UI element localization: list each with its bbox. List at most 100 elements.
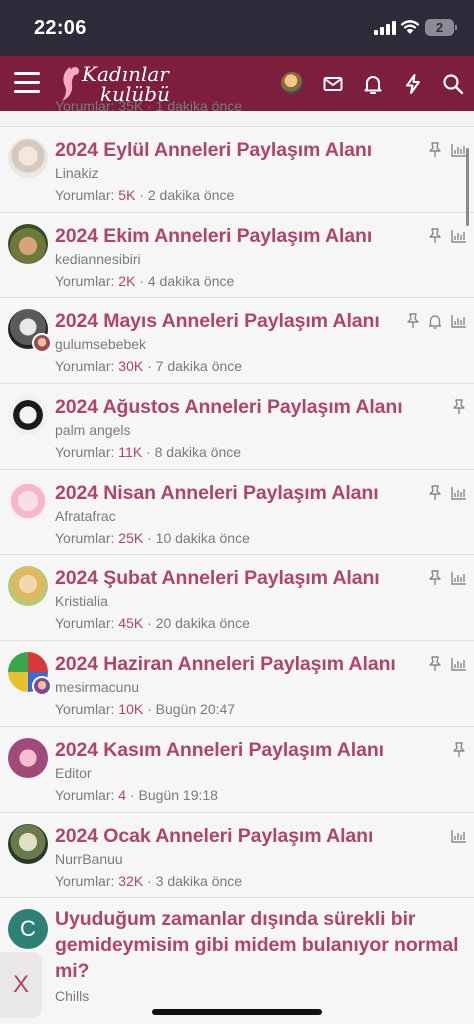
pin-icon — [407, 313, 419, 329]
comments-label: Yorumlar: — [55, 529, 115, 546]
bell-icon — [428, 315, 442, 330]
thread-status-icons — [426, 569, 468, 587]
thread-meta: Yorumlar: 30K · 7 dakika önce — [55, 358, 243, 375]
avatar[interactable] — [8, 737, 48, 778]
scrollbar[interactable] — [466, 148, 469, 226]
thread-title[interactable]: Uyuduğum zamanlar dışında sürekli bir ge… — [55, 906, 465, 984]
thread-author[interactable]: mesirmacunu — [55, 679, 139, 695]
thread-author[interactable]: Editor — [55, 765, 92, 781]
thread-row[interactable]: 2024 Kasım Anneleri Paylaşım Alanı Edito… — [0, 725, 474, 812]
thread-meta: Yorumlar: 2K · 4 dakika önce — [55, 272, 235, 289]
thread-row[interactable]: C Uyuduğum zamanlar dışında sürekli bir … — [0, 897, 474, 1024]
thread-meta: Yorumlar: 11K · 8 dakika önce — [55, 444, 242, 461]
thread-title[interactable]: 2024 Ağustos Anneleri Paylaşım Alanı — [55, 396, 403, 419]
pin-icon — [453, 399, 465, 415]
thread-row[interactable]: 2024 Nisan Anneleri Paylaşım Alanı Afrat… — [0, 468, 474, 555]
thread-row[interactable]: 2024 Şubat Anneleri Paylaşım Alanı Krist… — [0, 554, 474, 641]
comments-count: 10K — [118, 701, 144, 718]
thread-meta: Yorumlar: 32K · 3 dakika önce — [55, 872, 243, 889]
thread-row[interactable]: 2024 Ağustos Anneleri Paylaşım Alanı pal… — [0, 383, 474, 469]
thread-title[interactable]: 2024 Haziran Anneleri Paylaşım Alanı — [55, 653, 396, 676]
thread-status-icons — [450, 741, 468, 759]
avatar[interactable] — [281, 72, 303, 94]
lightning-icon[interactable] — [401, 72, 425, 96]
thread-title[interactable]: 2024 Şubat Anneleri Paylaşım Alanı — [55, 567, 380, 590]
previous-row-meta: Yorumlar: 35K · 1 dakika önce — [55, 98, 243, 112]
thread-author[interactable]: Chills — [55, 988, 89, 1004]
avatar[interactable] — [8, 823, 48, 864]
thread-time: 20 dakika önce — [155, 615, 250, 632]
thread-time: 10 dakika önce — [155, 529, 250, 546]
wifi-icon — [400, 20, 420, 34]
thread-time: 8 dakika önce — [154, 444, 242, 461]
thread-title[interactable]: 2024 Ocak Anneleri Paylaşım Alanı — [55, 825, 373, 848]
thread-list: 2024 Eylül Anneleri Paylaşım Alanı Linak… — [0, 126, 474, 1024]
comments-label: Yorumlar: — [55, 701, 115, 718]
thread-status-icons — [426, 655, 468, 673]
comments-count: 5K — [118, 187, 136, 203]
pin-icon — [429, 656, 441, 672]
thread-title[interactable]: 2024 Mayıs Anneleri Paylaşım Alanı — [55, 310, 380, 333]
chart-icon — [451, 829, 466, 843]
comments-count: 25K — [118, 529, 144, 546]
comments-label: Yorumlar: — [55, 786, 115, 803]
close-button[interactable]: X — [0, 952, 42, 1018]
chart-icon — [451, 658, 466, 671]
thread-row[interactable]: 2024 Ekim Anneleri Paylaşım Alanı kedian… — [0, 211, 474, 298]
thread-title[interactable]: 2024 Kasım Anneleri Paylaşım Alanı — [55, 739, 384, 762]
avatar[interactable] — [8, 395, 48, 436]
thread-title[interactable]: 2024 Ekim Anneleri Paylaşım Alanı — [55, 225, 372, 248]
comments-count: 32K — [118, 872, 144, 889]
mail-icon[interactable] — [321, 72, 345, 96]
thread-status-icons — [426, 141, 468, 159]
signal-icon — [374, 21, 396, 35]
comments-label: Yorumlar: — [55, 272, 115, 289]
thread-title[interactable]: 2024 Nisan Anneleri Paylaşım Alanı — [55, 482, 379, 505]
menu-icon[interactable] — [14, 70, 40, 94]
home-indicator[interactable] — [152, 1009, 322, 1015]
comments-count: 30K — [118, 358, 144, 375]
thread-row[interactable]: 2024 Eylül Anneleri Paylaşım Alanı Linak… — [0, 126, 474, 212]
thread-time: Bugün 20:47 — [155, 701, 236, 718]
thread-status-icons — [404, 312, 468, 330]
status-time: 22:06 — [34, 17, 87, 39]
thread-row[interactable]: 2024 Ocak Anneleri Paylaşım Alanı NurrBa… — [0, 811, 474, 898]
thread-row[interactable]: 2024 Haziran Anneleri Paylaşım Alanı mes… — [0, 640, 474, 726]
avatar[interactable] — [8, 566, 48, 607]
last-poster-avatar[interactable] — [32, 333, 52, 354]
thread-meta: Yorumlar: 5K · 2 dakika önce — [55, 187, 235, 203]
comments-label: Yorumlar: — [55, 187, 115, 203]
thread-title[interactable]: 2024 Eylül Anneleri Paylaşım Alanı — [55, 139, 372, 162]
thread-author[interactable]: Afratafrac — [55, 508, 116, 524]
thread-author[interactable]: NurrBanuu — [55, 851, 123, 867]
thread-time: 2 dakika önce — [147, 187, 235, 203]
comments-label: Yorumlar: — [55, 444, 115, 461]
comments-label: Yorumlar: — [55, 872, 115, 889]
comments-label: Yorumlar: — [55, 358, 115, 375]
avatar[interactable] — [8, 480, 48, 521]
thread-author[interactable]: Kristialia — [55, 593, 108, 609]
thread-meta: Yorumlar: 25K · 10 dakika önce — [55, 529, 250, 546]
bell-icon[interactable] — [361, 72, 385, 96]
thread-author[interactable]: Linakiz — [55, 165, 99, 181]
pin-icon — [429, 485, 441, 500]
chart-icon — [451, 486, 466, 500]
search-icon[interactable] — [441, 72, 465, 96]
pin-icon — [429, 570, 441, 586]
chart-icon — [451, 229, 466, 243]
avatar[interactable]: C — [8, 909, 48, 950]
thread-author[interactable]: palm angels — [55, 422, 131, 438]
chart-icon — [451, 572, 466, 586]
pin-icon — [429, 142, 441, 157]
thread-status-icons — [450, 398, 468, 416]
avatar[interactable] — [8, 223, 48, 264]
last-poster-avatar[interactable] — [32, 676, 52, 697]
thread-meta: Yorumlar: 10K · Bugün 20:47 — [55, 701, 236, 718]
thread-author[interactable]: kediannesibiri — [55, 251, 141, 267]
comments-count: 11K — [118, 444, 143, 461]
comments-count: 2K — [118, 272, 136, 289]
thread-row[interactable]: 2024 Mayıs Anneleri Paylaşım Alanı gulum… — [0, 297, 474, 384]
thread-time: 7 dakika önce — [155, 358, 243, 375]
thread-author[interactable]: gulumsebebek — [55, 336, 146, 352]
avatar[interactable] — [8, 138, 48, 178]
